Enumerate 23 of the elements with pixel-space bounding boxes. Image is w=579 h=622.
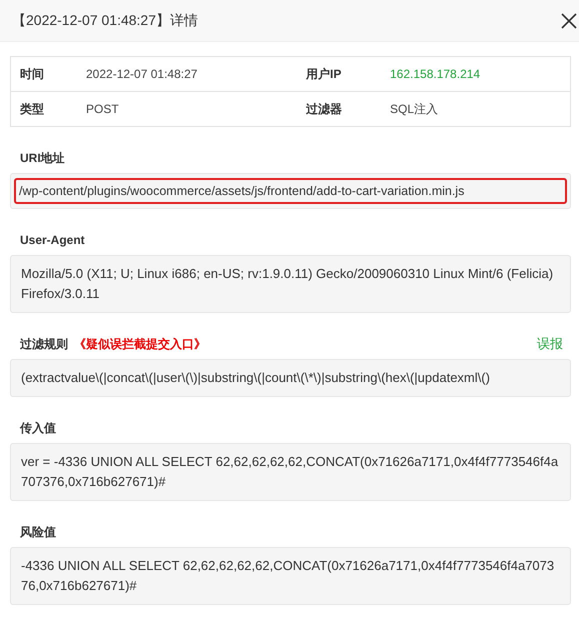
section-label: 传入值 [20, 420, 56, 436]
value-text: Mozilla/5.0 (X11; U; Linux i686; en-US; rv:1.9.0.11) Gecko/2009060310 Linux Mint/6 (Felicia) Firefox/3.0.11 [21, 265, 554, 303]
field-label: 类型 [20, 100, 45, 118]
report-link[interactable]: 误报 [537, 335, 563, 353]
field-label: 过滤器 [306, 100, 343, 118]
value-text: (extractvalue\(|concat\(|user\(\)|substring\(|count\(\*\)|substring\(hex\(|updatexml\() [21, 369, 491, 387]
highlighted-value: /wp-content/plugins/woocommerce/assets/js/frontend/add-to-cart-variation.min.js [14, 178, 567, 204]
warning-note: 《疑似误拦截提交入口》 [74, 336, 206, 352]
field-value: 162.158.178.214 [390, 67, 482, 81]
value-text: -4336 UNION ALL SELECT 62,62,62,62,62,CONCAT(0x71626a7171,0x4f4f7773546f4a707376,0x716b627671)# [21, 557, 556, 595]
section-label: 风险值 [20, 524, 56, 540]
section-label: 过滤规则 [20, 336, 68, 352]
field-value: SQL注入 [390, 100, 440, 118]
value-text: ver = -4336 UNION ALL SELECT 62,62,62,62,62,CONCAT(0x71626a7171,0x4f4f7773546f4a707376,0x716b627671)# [21, 453, 560, 491]
section-label: User-Agent [20, 233, 85, 247]
field-label: 时间 [20, 66, 45, 82]
dialog-title: 【2022-12-07 01:48:27】详情 [12, 12, 198, 30]
field-value: POST [86, 102, 120, 116]
field-label: 用户IP [306, 66, 342, 82]
close-button[interactable] [560, 12, 578, 30]
field-value: 2022-12-07 01:48:27 [86, 67, 198, 81]
close-icon [561, 12, 577, 28]
section-label: URI地址 [20, 150, 65, 166]
